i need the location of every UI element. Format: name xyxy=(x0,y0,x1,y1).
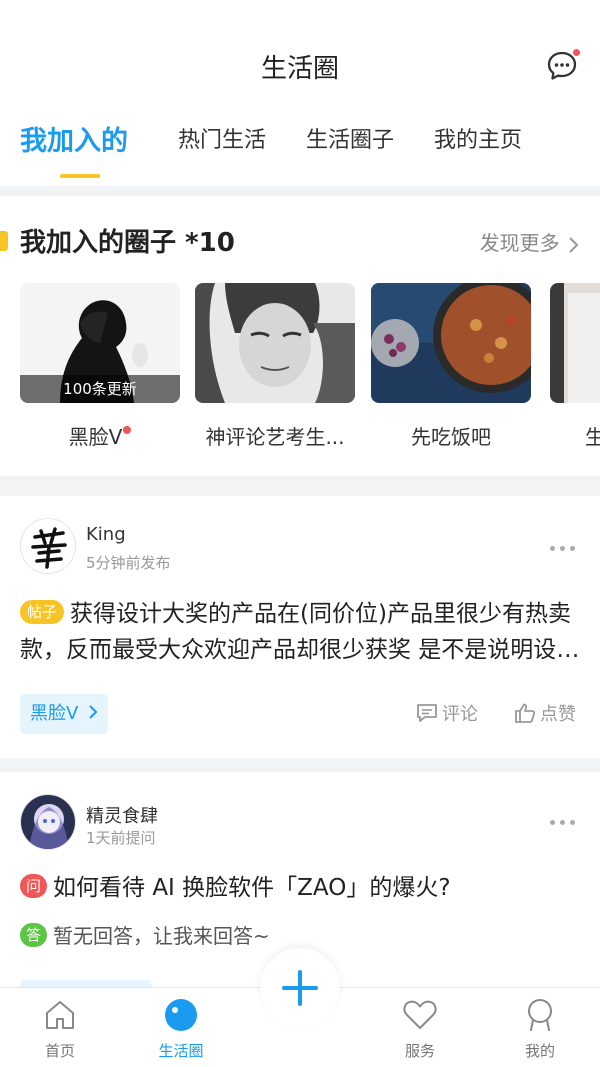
tab-services-label: 服务 xyxy=(404,1042,435,1060)
group-cover: 100条更新 xyxy=(20,283,180,403)
group-cover xyxy=(195,283,355,403)
tab-services[interactable]: 服务 xyxy=(380,998,460,1061)
group-name: 神评论艺考生... xyxy=(205,425,345,449)
circle-tag-label: 黑脸V xyxy=(30,703,79,724)
post-type-badge: 帖子 xyxy=(20,599,65,624)
like-button[interactable]: 点赞 xyxy=(514,700,576,726)
post-time: 5分钟前发布 xyxy=(86,554,171,572)
home-icon xyxy=(46,1001,74,1029)
group-card[interactable]: 神评论艺考生... xyxy=(195,283,355,450)
post-content[interactable]: 帖子 获得设计大奖的产品在(同价位)产品里很少有热卖款，反而最受大众欢迎产品却很少… xyxy=(20,596,590,668)
author-name[interactable]: King xyxy=(86,524,126,545)
plus-icon xyxy=(282,970,318,1006)
like-label: 点赞 xyxy=(540,704,576,725)
more-options-icon[interactable] xyxy=(550,546,576,552)
tab-joined[interactable]: 我加入的 xyxy=(20,119,128,158)
discover-more-link[interactable]: 发现更多 xyxy=(480,227,580,256)
question-badge: 问 xyxy=(20,873,48,898)
answer-text: 暂无回答，让我来回答~ xyxy=(53,924,270,948)
joined-groups-section: 我加入的圈子 *10 发现更多 100条更新 黑脸V 神评论艺考生... 先吃饭… xyxy=(0,196,600,476)
group-name: 生 xyxy=(585,425,600,449)
tab-indicator xyxy=(60,174,100,178)
tab-my-homepage[interactable]: 我的主页 xyxy=(434,122,522,154)
page-title: 生活圈 xyxy=(260,54,339,84)
tab-life-circles[interactable]: 生活圈子 xyxy=(306,122,394,154)
thumbs-up-icon xyxy=(515,703,536,723)
header: 生活圈 我加入的 热门生活 生活圈子 我的主页 xyxy=(0,0,600,186)
tab-mine-label: 我的 xyxy=(524,1042,555,1060)
more-options-icon[interactable] xyxy=(550,820,576,826)
group-name-text: 黑脸V xyxy=(68,425,123,449)
group-card[interactable]: 先吃饭吧 xyxy=(371,283,531,450)
section-title: 我加入的圈子 *10 xyxy=(20,228,235,258)
tab-home-label: 首页 xyxy=(44,1042,75,1060)
group-cover xyxy=(550,283,600,403)
post-time: 1天前提问 xyxy=(86,829,156,847)
heart-icon xyxy=(403,1000,437,1029)
author-name[interactable]: 精灵食肆 xyxy=(86,802,158,828)
circle-tag[interactable]: 黑脸V xyxy=(20,694,109,734)
post-text: 获得设计大奖的产品在(同价位)产品里很少有热卖款，反而最受大众欢迎产品却很少获奖… xyxy=(20,601,580,663)
question-title[interactable]: 问如何看待 AI 换脸软件「ZAO」的爆火? xyxy=(20,870,590,906)
create-post-button[interactable] xyxy=(260,948,340,1028)
tab-mine[interactable]: 我的 xyxy=(500,998,580,1061)
group-card[interactable]: 100条更新 黑脸V xyxy=(20,283,180,450)
tab-home[interactable]: 首页 xyxy=(20,998,100,1061)
post-card[interactable]: King 5分钟前发布 帖子 获得设计大奖的产品在(同价位)产品里很少有热卖款，反… xyxy=(0,496,600,758)
group-name: 黑脸V xyxy=(20,421,180,450)
comment-label: 评论 xyxy=(442,704,478,725)
update-count-badge: 100条更新 xyxy=(20,375,180,403)
chevron-right-icon xyxy=(569,236,579,253)
answer-badge: 答 xyxy=(20,922,48,947)
user-icon xyxy=(528,999,552,1031)
group-cover xyxy=(371,283,531,403)
new-dot xyxy=(123,426,132,434)
comment-button[interactable]: 评论 xyxy=(416,700,478,726)
discover-more-label: 发现更多 xyxy=(479,231,560,255)
message-button[interactable] xyxy=(546,48,581,82)
tab-life-circle-label: 生活圈 xyxy=(158,1042,204,1060)
notification-dot xyxy=(572,48,581,57)
group-card[interactable]: 生 xyxy=(550,283,600,450)
question-text: 如何看待 AI 换脸软件「ZAO」的爆火? xyxy=(53,875,451,901)
comment-icon xyxy=(417,704,437,722)
avatar[interactable] xyxy=(20,794,76,850)
section-marker xyxy=(0,231,8,251)
group-name: 先吃饭吧 xyxy=(411,425,491,449)
tab-life-circle[interactable]: 生活圈 xyxy=(141,998,221,1061)
tab-hot-life[interactable]: 热门生活 xyxy=(178,122,266,154)
life-circle-icon xyxy=(165,999,197,1031)
chevron-right-icon xyxy=(89,705,98,719)
avatar[interactable] xyxy=(20,518,76,574)
